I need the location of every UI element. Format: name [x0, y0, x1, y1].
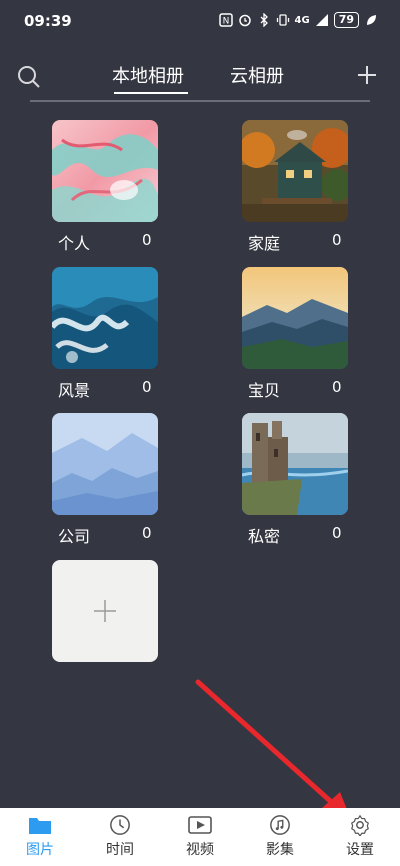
- status-bar: 09:39 N 4G 79: [0, 0, 400, 44]
- album-thumbnail: [242, 267, 348, 369]
- album-baby[interactable]: 宝贝 0: [242, 267, 352, 407]
- album-count: 0: [142, 524, 152, 542]
- album-name: 宝贝: [248, 381, 281, 400]
- tab-local-albums[interactable]: 本地相册: [112, 62, 184, 88]
- nav-label: 图片: [26, 842, 54, 858]
- album-thumbnail: [242, 120, 348, 222]
- nav-album-music[interactable]: 影集: [250, 814, 310, 866]
- leaf-icon: [367, 15, 376, 25]
- nav-settings[interactable]: 设置: [330, 814, 390, 866]
- album-family[interactable]: 家庭 0: [242, 120, 352, 260]
- nav-label: 时间: [106, 842, 134, 858]
- status-time: 09:39: [24, 12, 72, 30]
- signal-icon: [315, 14, 328, 26]
- nav-label: 影集: [266, 842, 294, 858]
- network-type: 4G: [294, 14, 310, 26]
- album-count: 0: [142, 231, 152, 249]
- album-scenery[interactable]: 风景 0: [52, 267, 162, 407]
- album-name: 公司: [58, 527, 91, 546]
- bluetooth-icon: [260, 13, 268, 27]
- gear-icon: [351, 814, 369, 836]
- battery-indicator: 79: [333, 12, 359, 28]
- album-thumbnail: [52, 267, 158, 369]
- album-personal[interactable]: 个人 0: [52, 120, 162, 260]
- nav-label: 设置: [346, 842, 374, 858]
- album-company[interactable]: 公司 0: [52, 413, 162, 553]
- active-tab-indicator: [114, 92, 188, 94]
- vibrate-icon: [276, 14, 289, 26]
- clock-icon: [110, 815, 130, 835]
- album-name: 私密: [248, 527, 281, 546]
- album-count: 0: [332, 524, 342, 542]
- album-private[interactable]: 私密 0: [242, 413, 352, 553]
- album-name: 个人: [58, 234, 91, 253]
- album-thumbnail: [52, 413, 158, 515]
- album-count: 0: [332, 231, 342, 249]
- status-icons: N 4G 79: [218, 12, 378, 28]
- bottom-nav: 图片 时间 视频 影集 设置: [0, 808, 400, 866]
- alarm-icon: [238, 14, 251, 27]
- folder-icon: [29, 818, 51, 834]
- nav-pictures[interactable]: 图片: [10, 814, 70, 866]
- album-count: 0: [332, 378, 342, 396]
- tab-cloud-albums[interactable]: 云相册: [230, 62, 284, 88]
- nav-time[interactable]: 时间: [90, 814, 150, 866]
- album-thumbnail: [52, 120, 158, 222]
- header-divider: [30, 100, 370, 102]
- album-name: 家庭: [248, 234, 281, 253]
- plus-icon[interactable]: [356, 64, 378, 86]
- video-icon: [188, 816, 212, 834]
- add-album-button[interactable]: [52, 560, 158, 662]
- music-icon: [270, 815, 290, 835]
- album-thumbnail: [242, 413, 348, 515]
- album-name: 风景: [58, 381, 91, 400]
- svg-text:N: N: [222, 17, 229, 27]
- plus-icon: [94, 600, 116, 622]
- nfc-icon: N: [218, 13, 233, 27]
- album-count: 0: [142, 378, 152, 396]
- album-tabs: 本地相册 云相册: [0, 60, 400, 100]
- nav-label: 视频: [186, 842, 214, 858]
- nav-video[interactable]: 视频: [170, 814, 230, 866]
